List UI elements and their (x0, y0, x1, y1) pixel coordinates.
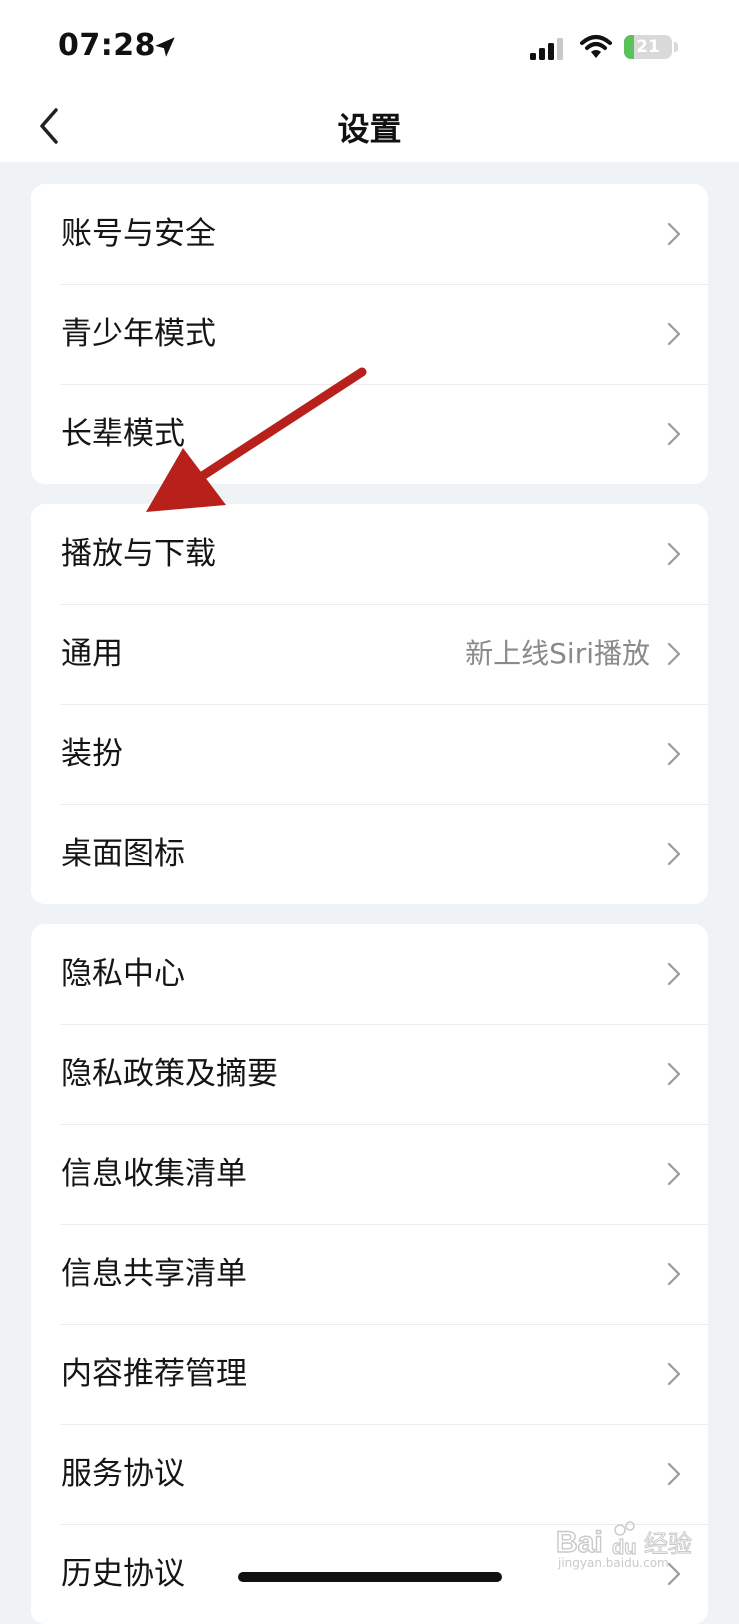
chevron-right-icon (667, 422, 681, 446)
settings-row-account-security[interactable]: 账号与安全 (31, 184, 708, 284)
settings-row-elder-mode[interactable]: 长辈模式 (31, 384, 708, 484)
cellular-signal-icon (530, 38, 563, 60)
settings-row-label: 通用 (61, 636, 123, 672)
settings-row-label: 隐私中心 (61, 956, 185, 992)
chevron-right-icon (667, 542, 681, 566)
settings-row-privacy-policy[interactable]: 隐私政策及摘要 (31, 1024, 708, 1124)
chevron-right-icon (667, 742, 681, 766)
battery-indicator: 21 (624, 35, 672, 59)
settings-row-label: 装扮 (61, 736, 123, 772)
chevron-right-icon (667, 1462, 681, 1486)
settings-row-info-collection[interactable]: 信息收集清单 (31, 1124, 708, 1224)
chevron-right-icon (667, 222, 681, 246)
page-title: 设置 (337, 110, 402, 148)
chevron-right-icon (667, 1162, 681, 1186)
chevron-right-icon (667, 1262, 681, 1286)
location-arrow-icon (155, 37, 175, 57)
settings-row-desktop-icon[interactable]: 桌面图标 (31, 804, 708, 904)
settings-row-label: 信息收集清单 (61, 1156, 247, 1192)
settings-row-label: 历史协议 (61, 1556, 185, 1592)
settings-row-label: 长辈模式 (61, 416, 185, 452)
svg-text:Bai: Bai (556, 1526, 603, 1559)
battery-tip (674, 42, 678, 52)
settings-group-general: 播放与下载 通用 新上线Siri播放 装扮 桌面图标 (31, 504, 708, 904)
settings-row-label: 信息共享清单 (61, 1256, 247, 1292)
settings-row-label: 桌面图标 (61, 836, 185, 872)
chevron-right-icon (667, 642, 681, 666)
battery-level-text: 21 (636, 37, 660, 57)
settings-row-label: 青少年模式 (61, 316, 216, 352)
settings-row-value: 新上线Siri播放 (465, 637, 650, 670)
settings-row-label: 内容推荐管理 (61, 1356, 247, 1392)
status-time: 07:28 (58, 28, 156, 63)
settings-row-label: 播放与下载 (61, 536, 216, 572)
settings-group-account: 账号与安全 青少年模式 长辈模式 (31, 184, 708, 484)
status-bar: 07:28 21 (0, 0, 739, 92)
wifi-icon (580, 35, 612, 58)
chevron-right-icon (667, 962, 681, 986)
settings-row-appearance[interactable]: 装扮 (31, 704, 708, 804)
settings-row-info-sharing[interactable]: 信息共享清单 (31, 1224, 708, 1324)
settings-row-label: 隐私政策及摘要 (61, 1056, 278, 1092)
home-indicator[interactable] (238, 1572, 502, 1582)
settings-row-service-agreement[interactable]: 服务协议 (31, 1424, 708, 1524)
watermark-url: jingyan.baidu.com (558, 1556, 669, 1570)
settings-row-general[interactable]: 通用 新上线Siri播放 (31, 604, 708, 704)
settings-row-label: 账号与安全 (61, 216, 216, 252)
settings-row-playback-download[interactable]: 播放与下载 (31, 504, 708, 604)
settings-row-teen-mode[interactable]: 青少年模式 (31, 284, 708, 384)
nav-bar: 设置 (0, 92, 739, 162)
settings-row-privacy-center[interactable]: 隐私中心 (31, 924, 708, 1024)
svg-text:经验: 经验 (644, 1530, 692, 1558)
chevron-right-icon (667, 1062, 681, 1086)
chevron-right-icon (667, 1362, 681, 1386)
chevron-right-icon (667, 322, 681, 346)
settings-row-label: 服务协议 (61, 1456, 185, 1492)
settings-row-content-recommendation[interactable]: 内容推荐管理 (31, 1324, 708, 1424)
chevron-right-icon (667, 842, 681, 866)
